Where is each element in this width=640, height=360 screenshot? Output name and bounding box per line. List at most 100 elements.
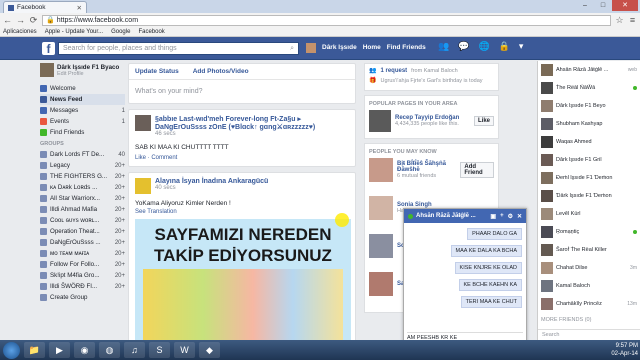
video-call-icon[interactable]: ▣: [490, 213, 496, 220]
system-tray[interactable]: 9:57 PM 02-Apr-14: [570, 341, 638, 359]
sidebar-item[interactable]: Messages 1: [40, 105, 125, 116]
chat-contact[interactable]: Dârk lşsıde F1 Beyo: [538, 97, 640, 115]
app-icon[interactable]: ◆: [199, 342, 220, 358]
find-friends-link[interactable]: Find Friends: [387, 43, 426, 53]
back-icon[interactable]: ←: [3, 15, 12, 25]
more-friends[interactable]: MORE FRIENDS (0): [538, 313, 640, 327]
firefox-icon[interactable]: ◍: [99, 342, 120, 358]
chat-contact[interactable]: Ṫhe Rëāl ŃāẄā: [538, 79, 640, 97]
person-picture[interactable]: [369, 272, 393, 296]
forward-icon[interactable]: →: [16, 15, 25, 25]
chat-contact[interactable]: Ɖeṁl lşsıde F1 Ɗeṁon: [538, 169, 640, 187]
avatar[interactable]: [306, 43, 316, 53]
sidebar-item[interactable]: Welcome: [40, 83, 125, 94]
add-photos-tab[interactable]: Add Photos/Video: [193, 68, 249, 75]
post-author[interactable]: §abbıe Last-wıd'meh Forever-long Ft-Za§u…: [155, 115, 349, 131]
chat-contact[interactable]: Ṟomạṉtiç: [538, 223, 640, 241]
group-item[interactable]: ᴋᴀ Dᴀʀk Lᴏʀds ... 20+: [40, 182, 125, 193]
minimize-icon[interactable]: –: [576, 0, 594, 11]
media-player-icon[interactable]: ▶: [49, 342, 70, 358]
person-picture[interactable]: [369, 234, 393, 258]
post-actions[interactable]: Like · Comment: [135, 155, 349, 161]
group-item[interactable]: Create Group: [40, 292, 125, 303]
post-author[interactable]: Alayına İsyan İnadına Ankaragücü: [155, 178, 268, 185]
group-item[interactable]: THE FIGHTERS G... 20+: [40, 171, 125, 182]
group-item[interactable]: Illdi ŠWÖRĐ FI... 20+: [40, 281, 125, 292]
close-window-icon[interactable]: ✕: [612, 0, 638, 11]
chat-contact[interactable]: Waqas Ahmed: [538, 133, 640, 151]
group-item[interactable]: Dark Lords FT De... 40: [40, 149, 125, 160]
start-button[interactable]: [3, 341, 20, 359]
group-item[interactable]: Operation Theat... 20+: [40, 226, 125, 237]
person-name[interactable]: Bịŧ Bḯŧḯĕŝ Ŝāhşṅā Đăwŝhĕ: [397, 161, 456, 173]
settings-icon[interactable]: ▾: [519, 41, 524, 52]
update-status-tab[interactable]: Update Status: [135, 68, 179, 75]
group-item[interactable]: Follow For Follo... 20+: [40, 259, 125, 270]
group-item[interactable]: DaNgErOuSsss ... 20+: [40, 237, 125, 248]
chat-contact[interactable]: Šaroḟ Ṫhe Rëal Killer: [538, 241, 640, 259]
see-translation-link[interactable]: See Translation: [135, 209, 349, 215]
add-friend-icon[interactable]: +: [500, 213, 504, 220]
sidebar-item[interactable]: News Feed: [40, 94, 125, 105]
facebook-logo[interactable]: f: [42, 42, 55, 56]
bookmark-apple[interactable]: Apple - Update Your...: [45, 29, 103, 35]
bookmark-google[interactable]: Google: [111, 29, 130, 35]
group-item[interactable]: All Star Warriorx... 20+: [40, 193, 125, 204]
reload-icon[interactable]: ⟳: [29, 15, 38, 26]
close-tab-icon[interactable]: ✕: [77, 4, 82, 12]
group-item[interactable]: Legacy 20+: [40, 160, 125, 171]
star-icon[interactable]: ☆: [615, 15, 624, 26]
home-link[interactable]: Home: [363, 43, 381, 53]
search-icon[interactable]: ⌕: [290, 45, 294, 52]
person-picture[interactable]: [369, 158, 393, 182]
explorer-icon[interactable]: 📁: [24, 342, 45, 358]
profile-name[interactable]: Dârk lşsıde F1 Byaco: [57, 64, 119, 71]
request-count[interactable]: 1 request: [380, 68, 407, 74]
chrome-icon[interactable]: ◉: [74, 342, 95, 358]
chat-contact[interactable]: Levẽl Kürl: [538, 205, 640, 223]
chat-contact[interactable]: Dârk lşsıde F1 Gril: [538, 151, 640, 169]
privacy-icon[interactable]: 🔒: [499, 41, 510, 52]
add-friend-button[interactable]: Add Friend: [460, 162, 494, 178]
profile-link[interactable]: Dârk lşsıde: [322, 43, 357, 53]
maximize-icon[interactable]: □: [594, 0, 612, 11]
like-page-button[interactable]: Like: [473, 116, 494, 126]
profile-header[interactable]: Dârk lşsıde F1 Byaco Edit Profile: [40, 63, 125, 77]
post-time[interactable]: 46 secs: [155, 131, 349, 137]
bookmark-facebook[interactable]: Facebook: [138, 29, 164, 35]
status-input[interactable]: What's on your mind?: [129, 80, 355, 103]
chat-contact[interactable]: Ahsān Rāzā Jāŧġlē ... web: [538, 61, 640, 79]
chat-settings-icon[interactable]: ⚙: [508, 213, 513, 220]
sidebar-item[interactable]: Events 1: [40, 116, 125, 127]
group-item[interactable]: Illdi Ahmad Mafia 20+: [40, 204, 125, 215]
birthday-text[interactable]: Ugrus'i'ahja Fjrte'x Garl's birthday is …: [380, 78, 482, 84]
edit-profile-link[interactable]: Edit Profile: [57, 71, 119, 77]
group-item[interactable]: Cᴏᴏʟ ɢᴜʏs ᴡᴏʀʟ... 20+: [40, 215, 125, 226]
sidebar-item[interactable]: Find Friends: [40, 127, 125, 138]
chat-header[interactable]: Ahsān Rāzā Jāŧġlē ... ▣ + ⚙ ✕: [404, 209, 526, 223]
chat-contact[interactable]: Chaṁākīly Princēz 13m: [538, 295, 640, 313]
chat-contact[interactable]: Chahat Dilse 3m: [538, 259, 640, 277]
facebook-search-input[interactable]: Search for people, places and things ⌕: [58, 42, 299, 55]
word-icon[interactable]: W: [174, 342, 195, 358]
post-author-picture[interactable]: [135, 115, 151, 131]
group-item[interactable]: Sk!ipt M4fia Gro... 20+: [40, 270, 125, 281]
bookmark-apps[interactable]: Aplicaciones: [3, 29, 37, 35]
chat-contact[interactable]: Shubham Kashyap: [538, 115, 640, 133]
profile-picture[interactable]: [40, 63, 54, 77]
spotify-icon[interactable]: ♫: [124, 342, 145, 358]
chat-title[interactable]: Ahsān Rāzā Jāŧġlē ...: [416, 213, 476, 219]
browser-tab[interactable]: Facebook ✕: [3, 1, 87, 13]
post-image[interactable]: SAYFAMIZI NEREDEN TAKİP EDİYORSUNUZ: [135, 219, 351, 342]
chat-contact[interactable]: Kamal Baloch: [538, 277, 640, 295]
notifications-icon[interactable]: 🌐: [478, 41, 489, 52]
post-author-picture[interactable]: [135, 178, 151, 194]
group-item[interactable]: ᴍᴏ ᴛᴇᴀᴍ ᴍᴀғɪᴀ 20+: [40, 248, 125, 259]
friend-requests-icon[interactable]: 👥: [438, 41, 449, 52]
post-time[interactable]: 40 secs: [155, 185, 268, 191]
page-picture[interactable]: [369, 110, 391, 132]
messages-icon[interactable]: 💬: [458, 41, 469, 52]
person-picture[interactable]: [369, 196, 393, 220]
close-chat-icon[interactable]: ✕: [517, 213, 522, 220]
skype-icon[interactable]: S: [149, 342, 170, 358]
